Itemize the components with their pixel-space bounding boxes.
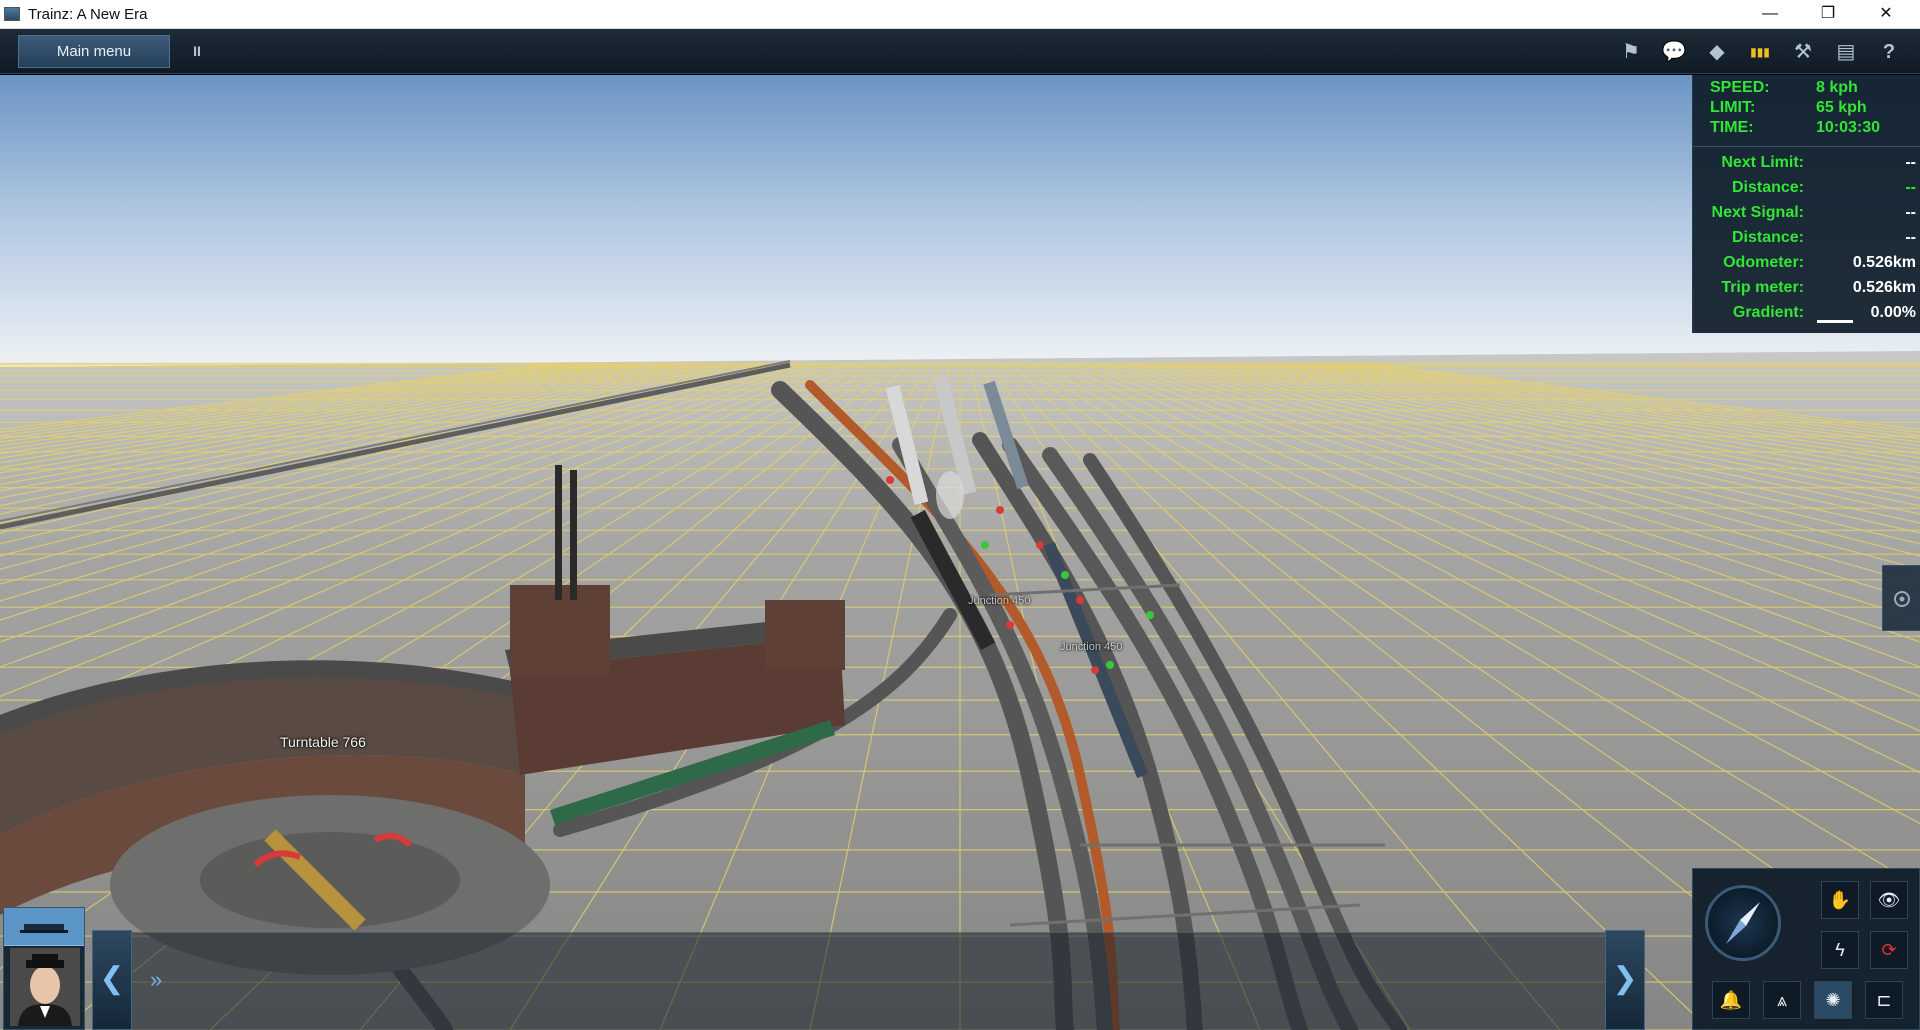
driver-panel[interactable] (3, 907, 85, 1030)
next-limit-label: Next Limit: (1721, 154, 1804, 171)
main-menu-button[interactable]: Main menu (18, 35, 170, 68)
gradient-label: Gradient: (1732, 304, 1804, 321)
driver-hud: SPEED: 8 kph LIMIT: 65 kph TIME: 10:03:3… (1692, 75, 1920, 333)
track-icon[interactable]: ⩓ (1763, 981, 1801, 1019)
game-toolbar: Main menu II ⚑ 💬 ◆ ▮▮▮ ⚒ ▤ ? (0, 29, 1920, 74)
window-titlebar: Trainz: A New Era — ❐ ✕ (0, 0, 1920, 29)
camera-control-panel: ✋ 👁 ϟ ⟳ 🔔 ⩓ ✺ ⊏ (1692, 868, 1920, 1030)
turntable-label[interactable]: Turntable 766 (280, 734, 366, 750)
limit-distance-value: -- (1905, 179, 1916, 196)
window-title: Trainz: A New Era (28, 6, 148, 23)
coupler-icon[interactable]: ⊏ (1865, 981, 1903, 1019)
film-icon[interactable]: ▤ (1829, 35, 1863, 69)
world-viewport[interactable]: Turntable 766 Junction 450 Junction 450 (0, 75, 1920, 1030)
next-signal-value: -- (1905, 204, 1916, 221)
trip-meter-value: 0.526km (1852, 279, 1916, 296)
trip-meter-label: Trip meter: (1721, 279, 1804, 296)
layers-icon[interactable]: ◆ (1700, 35, 1734, 69)
close-button[interactable]: ✕ (1857, 0, 1915, 29)
restore-button[interactable]: ❐ (1799, 0, 1857, 29)
scene-canvas (0, 75, 1920, 1030)
expand-icon[interactable]: » (150, 965, 174, 995)
chat-icon[interactable]: 💬 (1657, 35, 1691, 69)
signal-distance-label: Distance: (1731, 229, 1804, 246)
tools-icon[interactable]: ⚒ (1786, 35, 1820, 69)
compass-needle-icon (1726, 902, 1760, 944)
settings-icon (1894, 591, 1910, 607)
time-value: 10:03:30 (1816, 119, 1881, 136)
scroll-right-button[interactable]: ❯ (1605, 930, 1645, 1030)
light-icon[interactable]: ✺ (1814, 981, 1852, 1019)
scroll-left-button[interactable]: ❮ (92, 930, 132, 1030)
locomotive-icon (20, 924, 68, 933)
hand-icon[interactable]: ✋ (1821, 881, 1859, 919)
app-icon (4, 7, 20, 21)
gradient-indicator (1817, 320, 1853, 323)
junction-label[interactable]: Junction 450 (1060, 641, 1122, 653)
side-panel-tab[interactable] (1882, 565, 1920, 631)
compass-icon[interactable] (1705, 885, 1781, 961)
next-limit-value: -- (1905, 154, 1916, 171)
driver-bar (92, 932, 1644, 1030)
limit-label: LIMIT: (1710, 99, 1756, 116)
view-icon[interactable]: 👁 (1870, 881, 1908, 919)
bell-icon[interactable]: 🔔 (1712, 981, 1750, 1019)
rotate-icon[interactable]: ⟳ (1870, 931, 1908, 969)
speed-value: 8 kph (1816, 79, 1858, 96)
odometer-label: Odometer: (1723, 254, 1804, 271)
flag-icon[interactable]: ⚑ (1614, 35, 1648, 69)
limit-value: 65 kph (1816, 99, 1867, 116)
locomotive-card[interactable] (4, 908, 84, 946)
driver-avatar[interactable] (10, 948, 80, 1026)
gradient-value: 0.00% (1870, 304, 1916, 321)
limit-distance-label: Distance: (1731, 179, 1804, 196)
signal-distance-value: -- (1905, 229, 1916, 246)
driver-portrait-icon (10, 948, 80, 1026)
time-label: TIME: (1710, 119, 1754, 136)
odometer-value: 0.526km (1852, 254, 1916, 271)
help-icon[interactable]: ? (1872, 35, 1906, 69)
minimize-button[interactable]: — (1741, 0, 1799, 29)
next-signal-label: Next Signal: (1711, 204, 1804, 221)
lightning-icon[interactable]: ϟ (1821, 931, 1859, 969)
signals-icon[interactable]: ▮▮▮ (1743, 35, 1777, 69)
pause-button[interactable]: II (186, 37, 208, 65)
junction-label[interactable]: Junction 450 (968, 595, 1030, 607)
speed-label: SPEED: (1710, 79, 1770, 96)
